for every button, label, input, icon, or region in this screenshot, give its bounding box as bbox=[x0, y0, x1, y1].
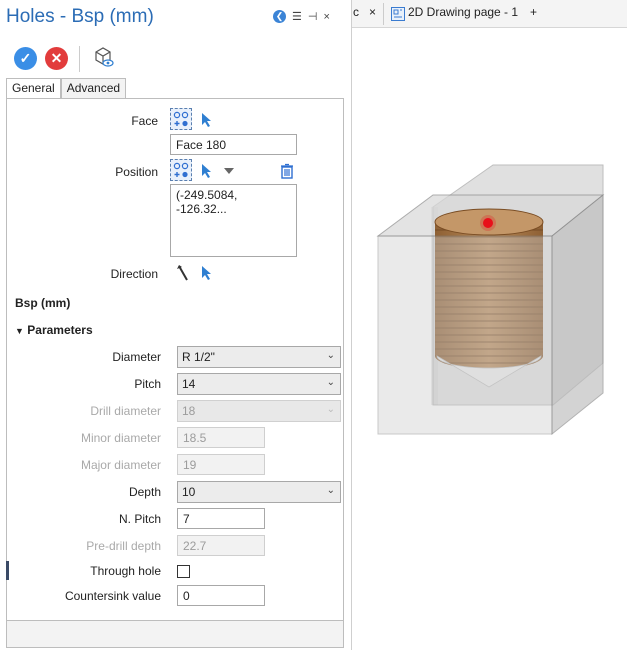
tab-2d-drawing[interactable]: 2D Drawing page - 1 bbox=[408, 5, 518, 19]
drill-diameter-value: 18 bbox=[182, 404, 196, 418]
through-hole-label: Through hole bbox=[90, 564, 161, 578]
pitch-value: 14 bbox=[182, 377, 196, 391]
drawing-page-icon bbox=[391, 7, 405, 24]
pre-drill-depth-label: Pre-drill depth bbox=[86, 539, 161, 553]
pitch-label: Pitch bbox=[134, 377, 161, 391]
menu-icon[interactable]: ☰ bbox=[292, 10, 302, 23]
type-heading: Bsp (mm) bbox=[15, 296, 71, 310]
ok-button[interactable]: ✓ bbox=[14, 47, 37, 70]
position-dropdown-icon[interactable] bbox=[218, 160, 240, 182]
3d-model bbox=[376, 164, 605, 436]
document-tab-bar: c × 2D Drawing page - 1 + bbox=[352, 0, 627, 28]
panel-tabs: General Advanced bbox=[6, 78, 127, 99]
n-pitch-label: N. Pitch bbox=[118, 512, 161, 526]
major-diameter-label: Major diameter bbox=[80, 458, 161, 472]
depth-label: Depth bbox=[128, 485, 161, 499]
holes-panel: Holes - Bsp (mm) ❮ ☰ ⊣ × ✓ ✕ General Adv… bbox=[0, 0, 352, 650]
parameters-header[interactable]: ▼ Parameters bbox=[15, 323, 93, 337]
diameter-value: R 1/2" bbox=[182, 350, 215, 364]
pin-icon[interactable]: ⊣ bbox=[308, 10, 318, 23]
depth-select[interactable]: 10 ⌄ bbox=[177, 481, 341, 503]
position-pick-cursor-icon[interactable] bbox=[196, 160, 218, 182]
diameter-label: Diameter bbox=[112, 350, 161, 364]
position-label: Position bbox=[115, 165, 158, 179]
collapse-triangle-icon: ▼ bbox=[15, 326, 24, 336]
row-focus-indicator bbox=[6, 561, 9, 580]
chevron-down-icon: ⌄ bbox=[326, 350, 335, 361]
diameter-select[interactable]: R 1/2" ⌄ bbox=[177, 346, 341, 368]
close-icon[interactable]: × bbox=[323, 11, 329, 23]
panel-bottom-strip bbox=[6, 620, 344, 648]
drill-diameter-label: Drill diameter bbox=[90, 404, 161, 418]
partial-tab-label[interactable]: c bbox=[353, 5, 359, 19]
minor-diameter-label: Minor diameter bbox=[80, 431, 161, 445]
panel-title: Holes - Bsp (mm) bbox=[6, 6, 154, 27]
major-diameter-field: 19 bbox=[177, 454, 265, 475]
panel-toolbar: ✓ ✕ bbox=[14, 45, 115, 72]
face-select-icon[interactable] bbox=[170, 108, 192, 130]
tab-advanced[interactable]: Advanced bbox=[60, 78, 127, 98]
panel-header-icons: ❮ ☰ ⊣ × bbox=[273, 10, 330, 23]
add-tab-icon[interactable]: + bbox=[530, 5, 537, 19]
pitch-select[interactable]: 14 ⌄ bbox=[177, 373, 341, 395]
depth-value: 10 bbox=[182, 485, 196, 499]
chevron-down-icon: ⌄ bbox=[326, 377, 335, 388]
tab-general[interactable]: General bbox=[6, 78, 61, 99]
cancel-button[interactable]: ✕ bbox=[45, 47, 68, 70]
position-list[interactable]: (-249.5084, -126.32... bbox=[170, 184, 297, 257]
preview-icon[interactable] bbox=[91, 45, 115, 72]
n-pitch-field[interactable]: 7 bbox=[177, 508, 265, 529]
through-hole-checkbox[interactable] bbox=[177, 565, 190, 578]
toolbar-separator bbox=[79, 45, 80, 72]
pre-drill-depth-field: 22.7 bbox=[177, 535, 265, 556]
3d-viewport[interactable] bbox=[353, 29, 627, 650]
back-icon[interactable]: ❮ bbox=[273, 10, 286, 23]
chevron-down-icon: ⌄ bbox=[326, 404, 335, 415]
countersink-field[interactable]: 0 bbox=[177, 585, 265, 606]
delete-icon[interactable] bbox=[276, 160, 298, 182]
face-field[interactable]: Face 180 bbox=[170, 134, 297, 155]
tab-divider bbox=[383, 3, 384, 25]
face-label: Face bbox=[131, 114, 158, 128]
direction-arrow-icon[interactable] bbox=[172, 262, 194, 284]
drill-diameter-select: 18 ⌄ bbox=[177, 400, 341, 422]
position-select-icon[interactable] bbox=[170, 159, 192, 181]
countersink-label: Countersink value bbox=[64, 589, 161, 603]
parameters-heading: Parameters bbox=[27, 323, 93, 337]
close-tab-icon[interactable]: × bbox=[369, 5, 376, 19]
face-pick-cursor-icon[interactable] bbox=[196, 109, 218, 131]
direction-pick-cursor-icon[interactable] bbox=[196, 262, 218, 284]
minor-diameter-field: 18.5 bbox=[177, 427, 265, 448]
direction-label: Direction bbox=[110, 267, 158, 281]
chevron-down-icon: ⌄ bbox=[326, 485, 335, 496]
